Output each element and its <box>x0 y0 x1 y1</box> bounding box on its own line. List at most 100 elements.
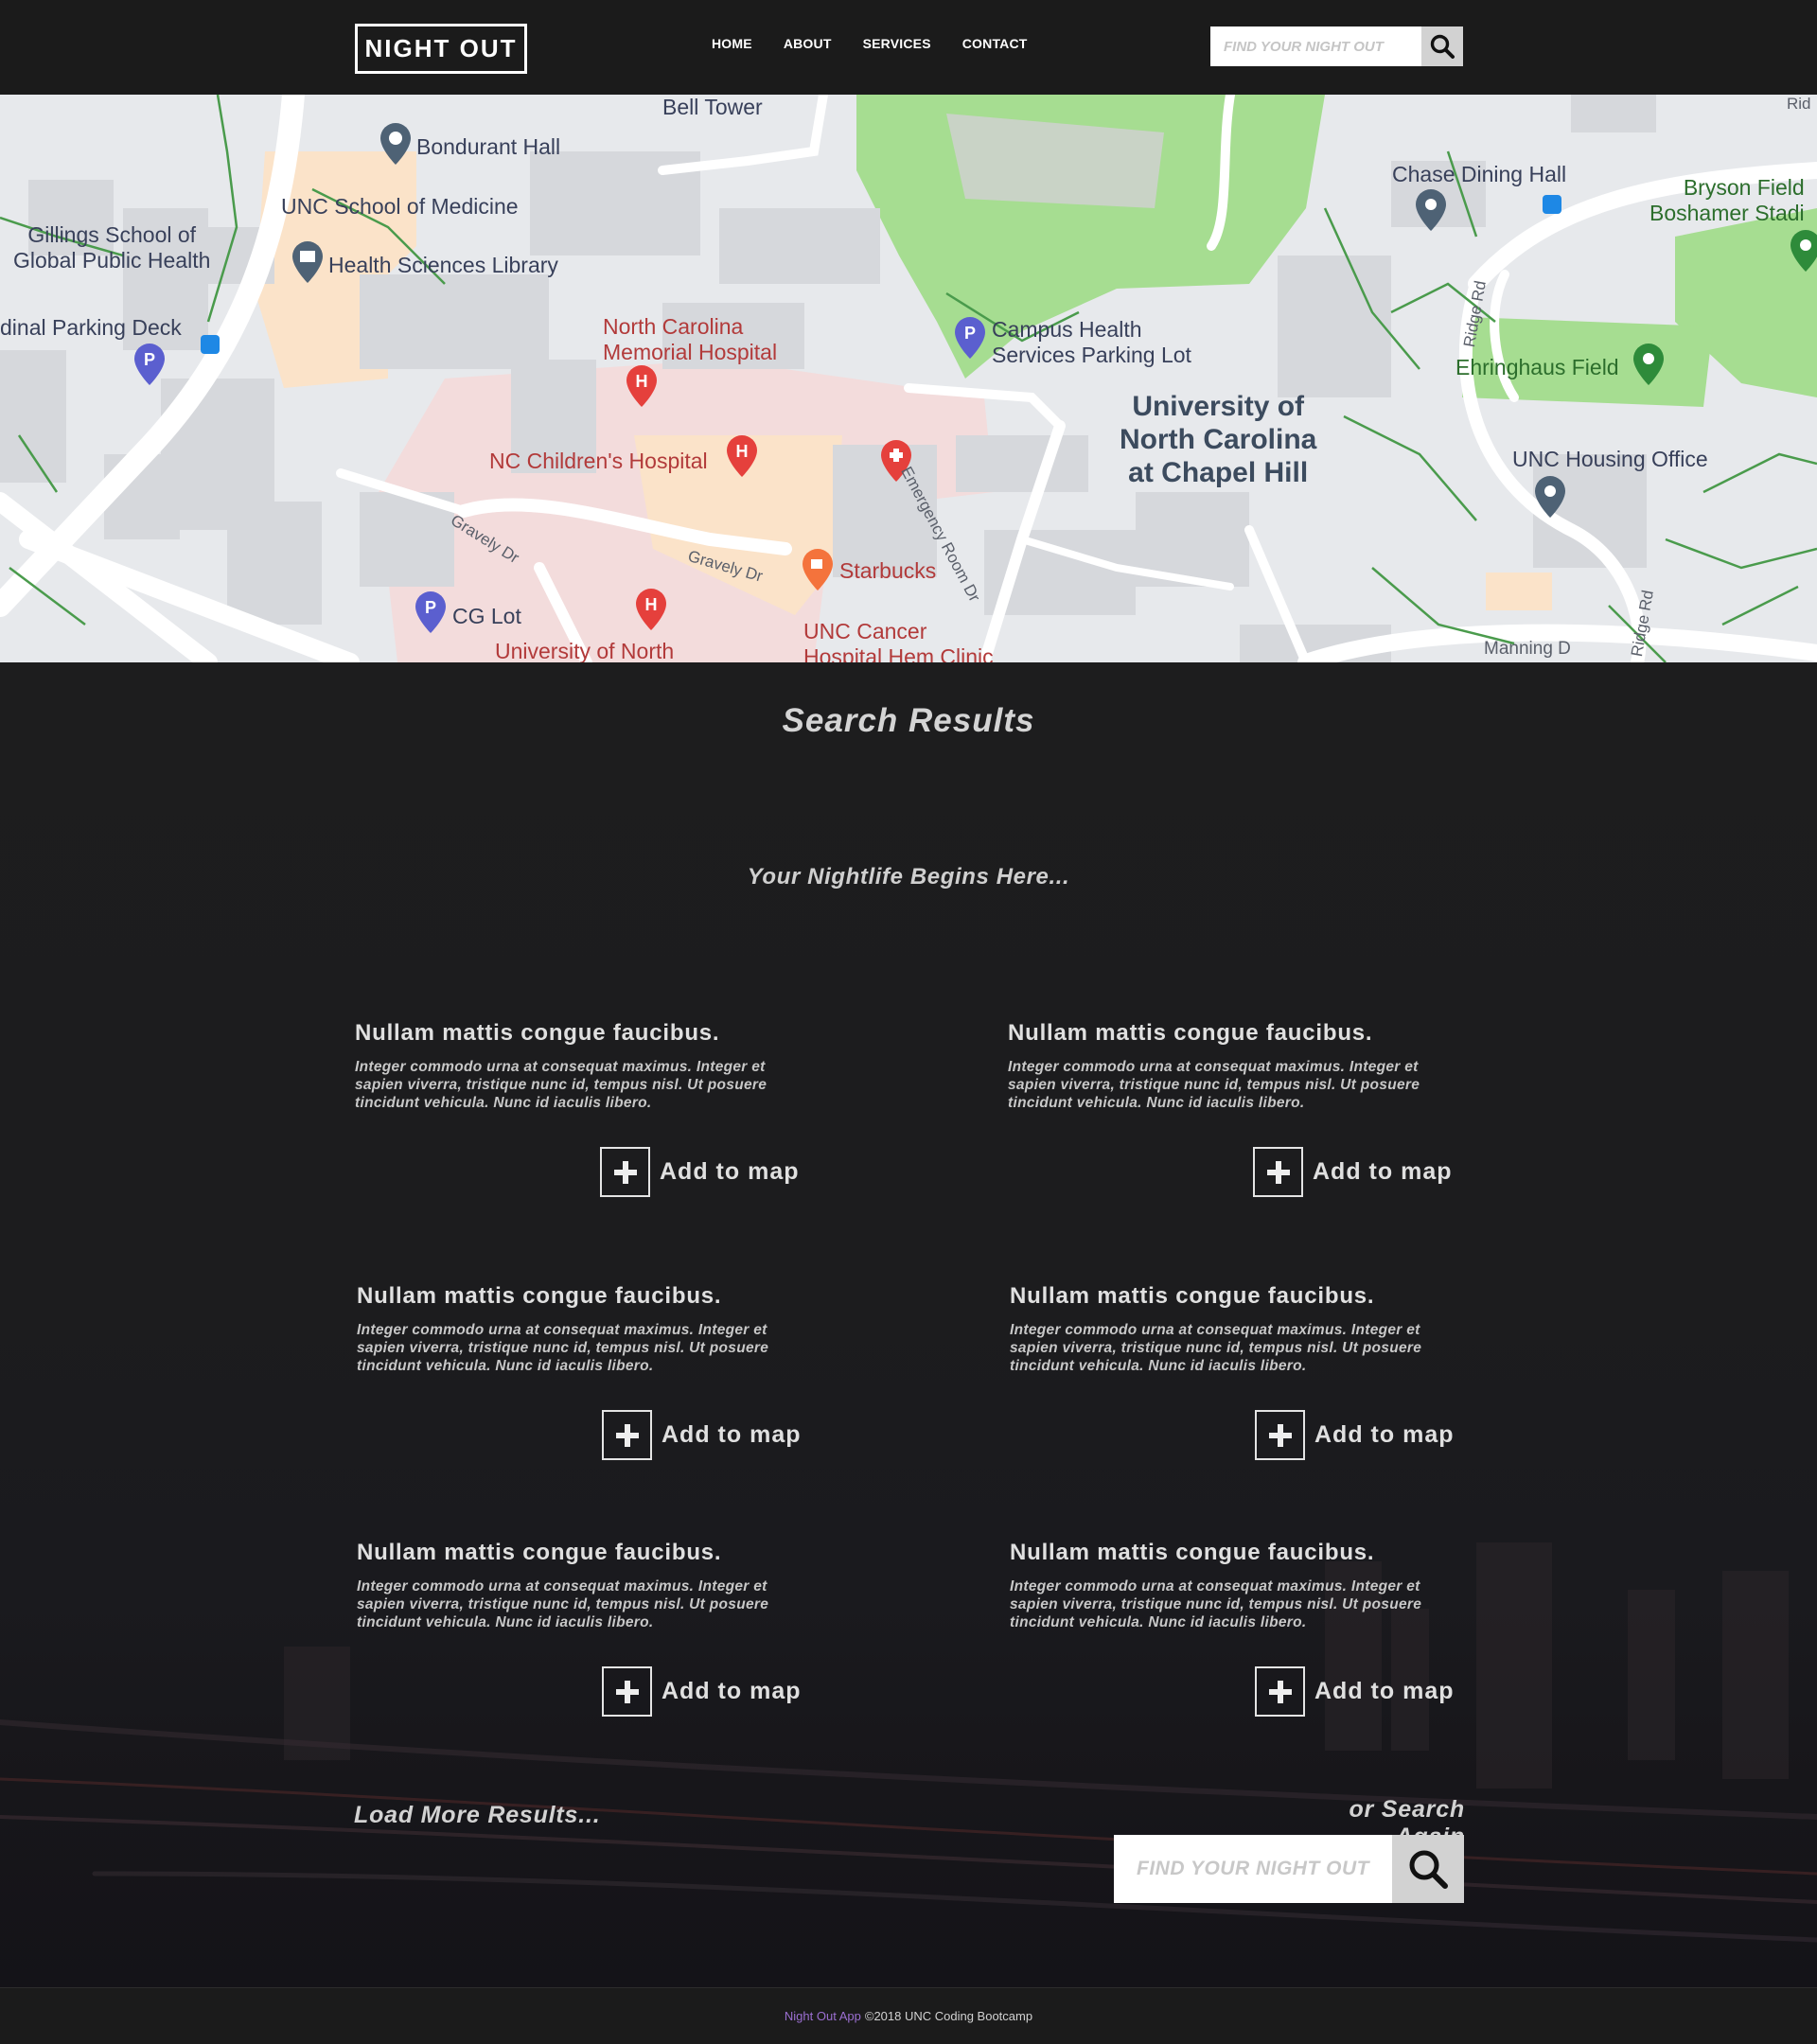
add-to-map-button[interactable]: Add to map <box>1255 1410 1455 1460</box>
hospital-marker-icon[interactable]: H <box>725 435 759 477</box>
result-title: Nullam mattis congue faucibus. <box>1010 1283 1375 1309</box>
tagline: Your Nightlife Begins Here... <box>747 864 1070 890</box>
add-to-map-label: Add to map <box>662 1678 802 1704</box>
add-to-map-label: Add to map <box>1314 1678 1455 1704</box>
parking-marker-icon[interactable]: P <box>132 344 167 385</box>
map-label-unc: University of North Carolina at Chapel H… <box>1120 391 1317 488</box>
library-marker-icon[interactable] <box>291 241 325 283</box>
plus-icon <box>602 1410 652 1460</box>
main-nav: HOME ABOUT SERVICES CONTACT <box>712 36 1059 51</box>
result-title: Nullam mattis congue faucibus. <box>1008 1020 1373 1046</box>
map-label-school-of-medicine: UNC School of Medicine <box>281 194 519 219</box>
map-label-ehringhaus-field: Ehringhaus Field <box>1455 355 1619 379</box>
map-label-starbucks: Starbucks <box>839 558 937 583</box>
plus-icon <box>1255 1410 1305 1460</box>
svg-text:P: P <box>144 350 155 369</box>
map-label-bondurant-hall: Bondurant Hall <box>416 134 561 159</box>
map-label-cg-lot: CG Lot <box>452 604 521 628</box>
result-description: Integer commodo urna at consequat maximu… <box>1010 1578 1422 1630</box>
nav-about-link[interactable]: ABOUT <box>784 36 832 51</box>
bottom-search: FIND YOUR NIGHT OUT <box>1114 1835 1464 1903</box>
add-to-map-label: Add to map <box>1314 1421 1455 1448</box>
map-label-cancer-hospital: UNC Cancer Hospital Hem Clinic <box>803 619 994 662</box>
svg-text:H: H <box>636 372 648 391</box>
bus-stop-icon[interactable] <box>1543 195 1561 214</box>
park-marker-icon[interactable] <box>1789 230 1817 272</box>
search-icon <box>1409 1850 1448 1889</box>
svg-text:P: P <box>425 598 436 617</box>
search-icon <box>1430 34 1455 59</box>
map-label-nc-memorial-hospital: North Carolina Memorial Hospital <box>603 314 778 364</box>
result-title: Nullam mattis congue faucibus. <box>355 1020 720 1046</box>
hospital-marker-icon[interactable]: H <box>625 365 659 407</box>
result-description: Integer commodo urna at consequat maximu… <box>357 1322 769 1374</box>
map-label-health-sciences-library: Health Sciences Library <box>328 253 558 277</box>
bottom-search-button[interactable] <box>1392 1835 1464 1903</box>
map-label-university-of-north: University of North <box>495 639 675 662</box>
add-to-map-label: Add to map <box>662 1421 802 1448</box>
add-to-map-button[interactable]: Add to map <box>602 1666 802 1717</box>
map-label-bell-tower: Bell Tower <box>662 95 763 119</box>
result-description: Integer commodo urna at consequat maximu… <box>1008 1059 1420 1111</box>
add-to-map-label: Add to map <box>1313 1158 1453 1185</box>
result-card: Nullam mattis congue faucibus. Integer c… <box>357 1283 811 1375</box>
result-description: Integer commodo urna at consequat maximu… <box>357 1578 769 1630</box>
map-view[interactable]: P H H P P H Bell Tower Bondurant Hall UN… <box>0 95 1817 662</box>
map-label-bryson-field: Bryson Field Boshamer Stadi <box>1649 175 1805 225</box>
map-label-childrens-hospital: NC Children's Hospital <box>489 449 708 473</box>
result-card: Nullam mattis congue faucibus. Integer c… <box>1010 1283 1464 1375</box>
plus-icon <box>1253 1147 1303 1197</box>
place-marker-icon[interactable] <box>1414 189 1448 231</box>
cafe-marker-icon[interactable] <box>801 549 835 590</box>
result-description: Integer commodo urna at consequat maximu… <box>355 1059 767 1111</box>
map-label-parking-deck: dinal Parking Deck <box>0 315 182 340</box>
plus-icon <box>600 1147 650 1197</box>
bus-stop-icon[interactable] <box>201 335 220 354</box>
place-marker-icon[interactable] <box>1533 476 1567 518</box>
add-to-map-button[interactable]: Add to map <box>602 1410 802 1460</box>
result-description: Integer commodo urna at consequat maximu… <box>1010 1322 1422 1374</box>
result-card: Nullam mattis congue faucibus. Integer c… <box>357 1540 811 1631</box>
add-to-map-button[interactable]: Add to map <box>1253 1147 1453 1197</box>
result-card: Nullam mattis congue faucibus. Integer c… <box>1010 1540 1464 1631</box>
bottom-search-input[interactable]: FIND YOUR NIGHT OUT <box>1114 1835 1392 1903</box>
hospital-marker-icon[interactable]: H <box>634 589 668 630</box>
road-label-ridge-rd-partial: Rid <box>1787 95 1811 113</box>
parking-marker-icon[interactable]: P <box>953 317 987 359</box>
map-label-gillings: Gillings School of Global Public Health <box>13 222 211 273</box>
nav-home-link[interactable]: HOME <box>712 36 752 51</box>
result-card: Nullam mattis congue faucibus. Integer c… <box>355 1020 809 1112</box>
result-title: Nullam mattis congue faucibus. <box>357 1540 722 1565</box>
nav-contact-link[interactable]: CONTACT <box>962 36 1028 51</box>
top-navbar: NIGHT OUT HOME ABOUT SERVICES CONTACT FI… <box>0 0 1817 95</box>
search-results-title: Search Results <box>782 702 1035 739</box>
city-lights-background <box>0 1542 1817 1943</box>
svg-text:P: P <box>964 324 976 343</box>
park-marker-icon[interactable] <box>1632 344 1666 385</box>
road-label-manning-dr: Manning D <box>1484 639 1571 659</box>
add-to-map-button[interactable]: Add to map <box>1255 1666 1455 1717</box>
header-search-button[interactable] <box>1421 26 1463 66</box>
header-search-input[interactable]: FIND YOUR NIGHT OUT <box>1210 26 1421 66</box>
education-marker-icon[interactable] <box>379 123 413 165</box>
svg-text:H: H <box>736 442 749 461</box>
map-label-chase-dining-hall: Chase Dining Hall <box>1392 162 1567 186</box>
footer-brand-link[interactable]: Night Out App <box>785 2009 861 2023</box>
header-search: FIND YOUR NIGHT OUT <box>1210 26 1463 66</box>
result-title: Nullam mattis congue faucibus. <box>1010 1540 1375 1565</box>
footer-copyright: ©2018 UNC Coding Bootcamp <box>864 2009 1033 2023</box>
map-label-campus-health: Campus Health Services Parking Lot <box>992 317 1191 367</box>
load-more-link[interactable]: Load More Results... <box>354 1802 600 1829</box>
plus-icon <box>1255 1666 1305 1717</box>
add-to-map-button[interactable]: Add to map <box>600 1147 800 1197</box>
footer: Night Out App ©2018 UNC Coding Bootcamp <box>0 1987 1817 2044</box>
parking-marker-icon[interactable]: P <box>414 591 448 633</box>
add-to-map-label: Add to map <box>660 1158 800 1185</box>
result-card: Nullam mattis congue faucibus. Integer c… <box>1008 1020 1462 1112</box>
nav-services-link[interactable]: SERVICES <box>863 36 931 51</box>
map-label-housing-office: UNC Housing Office <box>1512 447 1708 471</box>
plus-icon <box>602 1666 652 1717</box>
svg-text:H: H <box>645 595 658 614</box>
result-title: Nullam mattis congue faucibus. <box>357 1283 722 1309</box>
site-logo[interactable]: NIGHT OUT <box>355 24 527 74</box>
